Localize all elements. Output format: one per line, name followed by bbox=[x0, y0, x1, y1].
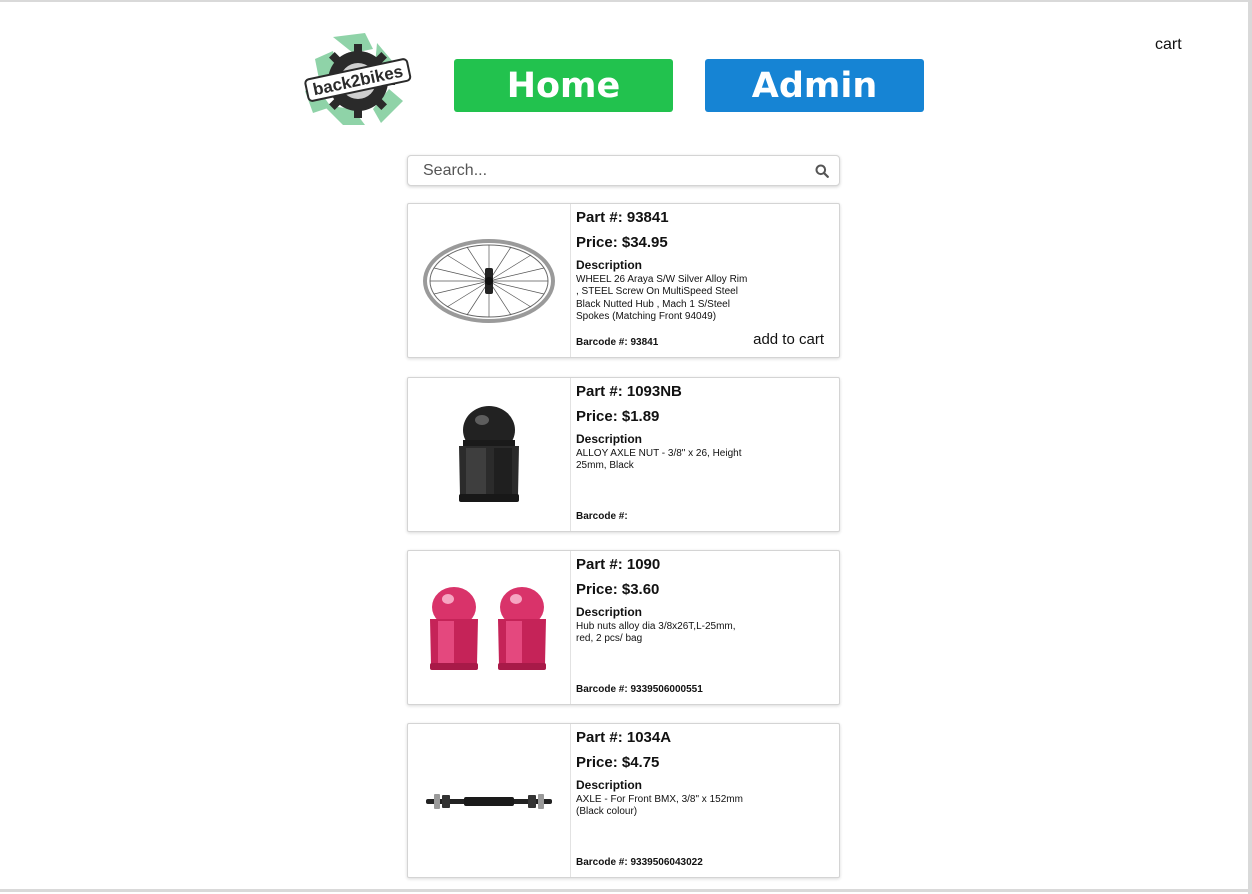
product-info: Part #: 93841 Price: $34.95 Description … bbox=[576, 204, 836, 357]
product-info: Part #: 1034A Price: $4.75 Description A… bbox=[576, 724, 836, 877]
description: WHEEL 26 Araya S/W Silver Alloy Rim , ST… bbox=[576, 274, 748, 323]
product-info: Part #: 1090 Price: $3.60 Description Hu… bbox=[576, 551, 836, 704]
part-number: Part #: 1093NB bbox=[576, 383, 682, 400]
price: Price: $1.89 bbox=[576, 408, 660, 425]
cart-link[interactable]: cart bbox=[1155, 36, 1182, 54]
barcode: Barcode #: 9339506000551 bbox=[576, 684, 703, 695]
product-card: Part #: 93841 Price: $34.95 Description … bbox=[407, 203, 840, 358]
search-input[interactable] bbox=[408, 156, 798, 185]
description-heading: Description bbox=[576, 432, 643, 446]
description-heading: Description bbox=[576, 778, 643, 792]
barcode: Barcode #: bbox=[576, 511, 628, 522]
product-card: Part #: 1090 Price: $3.60 Description Hu… bbox=[407, 550, 840, 705]
barcode: Barcode #: 9339506043022 bbox=[576, 857, 703, 868]
admin-button[interactable]: Admin bbox=[705, 59, 924, 112]
product-image-red-hub-nuts[interactable] bbox=[408, 551, 571, 704]
product-info: Part #: 1093NB Price: $1.89 Description … bbox=[576, 378, 836, 531]
price: Price: $3.60 bbox=[576, 581, 660, 598]
product-card: Part #: 1093NB Price: $1.89 Description … bbox=[407, 377, 840, 532]
search-bar bbox=[407, 155, 840, 186]
home-button[interactable]: Home bbox=[454, 59, 673, 112]
description: ALLOY AXLE NUT - 3/8" x 26, Height 25mm,… bbox=[576, 448, 742, 472]
product-image-wheel[interactable] bbox=[408, 204, 571, 357]
product-image-axle[interactable] bbox=[408, 724, 571, 877]
price: Price: $34.95 bbox=[576, 234, 668, 251]
price: Price: $4.75 bbox=[576, 754, 660, 771]
part-number: Part #: 1034A bbox=[576, 729, 672, 746]
back2bikes-logo[interactable]: back2bikes bbox=[303, 29, 413, 129]
add-to-cart-button[interactable]: add to cart bbox=[753, 331, 824, 348]
description: AXLE - For Front BMX, 3/8" x 152mm (Blac… bbox=[576, 794, 743, 818]
page-edge bbox=[1248, 2, 1252, 894]
product-card: Part #: 1034A Price: $4.75 Description A… bbox=[407, 723, 840, 878]
part-number: Part #: 1090 bbox=[576, 556, 661, 573]
part-number: Part #: 93841 bbox=[576, 209, 669, 226]
description: Hub nuts alloy dia 3/8x26T,L-25mm, red, … bbox=[576, 621, 736, 645]
description-heading: Description bbox=[576, 258, 643, 272]
barcode: Barcode #: 93841 bbox=[576, 337, 659, 348]
product-image-black-axle-nut[interactable] bbox=[408, 378, 571, 531]
description-heading: Description bbox=[576, 605, 643, 619]
search-icon[interactable] bbox=[815, 164, 829, 178]
